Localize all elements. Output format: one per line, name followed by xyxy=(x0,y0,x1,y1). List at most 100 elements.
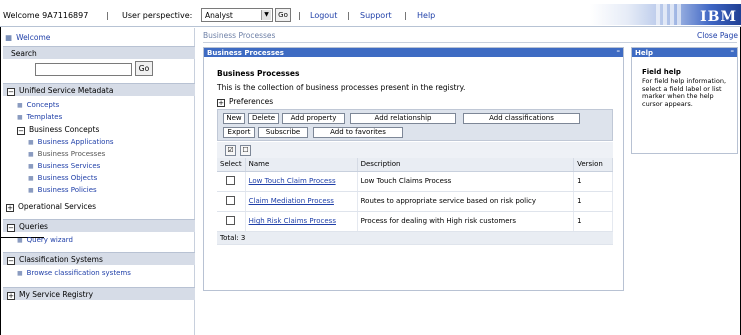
deselect-all-icon[interactable]: ☐ xyxy=(240,145,251,156)
process-description: Process for dealing with High risk custo… xyxy=(357,211,575,232)
nav-business-objects[interactable]: ■ Business Objects xyxy=(28,174,97,182)
help-link[interactable]: Help xyxy=(417,11,435,20)
business-processes-table: Select Name Description Version Low Touc… xyxy=(217,158,613,245)
separator: | xyxy=(347,11,350,20)
help-portlet: Help – Field help For field help informa… xyxy=(631,47,738,154)
row-checkbox[interactable] xyxy=(226,175,236,185)
business-processes-portlet: Business Processes – Business Processes … xyxy=(203,47,624,291)
export-button[interactable]: Export xyxy=(223,127,255,138)
chevron-down-icon: ▼ xyxy=(261,10,271,20)
process-name-link[interactable]: High Risk Claims Process xyxy=(249,217,336,225)
table-row: Claim Mediation Process Routes to approp… xyxy=(217,191,613,212)
expand-icon: + xyxy=(6,204,14,212)
preferences-toggle[interactable]: + Preferences xyxy=(217,97,273,107)
separator: | xyxy=(106,11,109,20)
search-panel-header: Search xyxy=(3,46,195,59)
row-checkbox[interactable] xyxy=(226,195,236,205)
page-description: This is the collection of business proce… xyxy=(217,83,466,92)
field-help-text: For field help information, select a fie… xyxy=(642,77,727,108)
table-total-row: Total: 3 xyxy=(217,231,613,245)
table-row: Low Touch Claim Process Low Touch Claims… xyxy=(217,171,613,192)
add-to-favorites-button[interactable]: Add to favorites xyxy=(313,127,403,138)
action-toolbar: New Delete Add property Add relationship… xyxy=(217,109,613,141)
select-all-icon[interactable]: ☑ xyxy=(225,145,236,156)
user-perspective-select[interactable]: Analyst ▼ xyxy=(201,8,273,22)
new-button[interactable]: New xyxy=(223,113,245,124)
navigation-sidebar: ■ Welcome Search Go − Unified Service Meta… xyxy=(3,28,195,335)
nav-welcome-link[interactable]: ■ Welcome xyxy=(5,33,50,42)
header-banner: IBM xyxy=(590,4,741,25)
bullet-icon: ■ xyxy=(28,151,34,158)
process-version: 1 xyxy=(573,191,613,212)
minimize-icon[interactable]: – xyxy=(731,47,735,55)
usm-panel-header[interactable]: − Unified Service Metadata xyxy=(3,83,195,96)
nav-concepts[interactable]: ■ Concepts xyxy=(17,101,59,109)
collapse-icon: − xyxy=(7,257,15,265)
close-page-link[interactable]: Close Page xyxy=(697,31,738,40)
nav-browse-classification[interactable]: ■ Browse classification systems xyxy=(17,269,131,277)
bullet-icon: ■ xyxy=(17,114,23,121)
nav-business-concepts[interactable]: − Business Concepts xyxy=(17,125,99,135)
process-name-link[interactable]: Low Touch Claim Process xyxy=(249,177,336,185)
separator: | xyxy=(298,11,301,20)
nav-query-wizard[interactable]: ■ Query wizard xyxy=(17,236,73,244)
portlet-title-bar: Business Processes – xyxy=(204,47,623,57)
column-header-select: Select xyxy=(217,158,246,172)
table-row: High Risk Claims Process Process for dea… xyxy=(217,211,613,232)
subscribe-button[interactable]: Subscribe xyxy=(258,127,308,138)
nav-business-processes[interactable]: ■ Business Processes xyxy=(28,150,105,158)
minimize-icon[interactable]: – xyxy=(617,47,621,55)
help-title-bar: Help – xyxy=(632,47,737,57)
add-relationship-button[interactable]: Add relationship xyxy=(350,113,456,124)
delete-button[interactable]: Delete xyxy=(248,113,279,124)
bullet-icon: ■ xyxy=(17,270,23,277)
classification-panel-header[interactable]: − Classification Systems xyxy=(3,252,195,265)
collapse-icon: − xyxy=(7,88,15,96)
perspective-value: Analyst xyxy=(205,11,233,20)
add-classifications-button[interactable]: Add classifications xyxy=(463,113,580,124)
bullet-icon: ■ xyxy=(28,187,34,194)
my-registry-panel-header[interactable]: + My Service Registry xyxy=(3,287,195,300)
column-header-version[interactable]: Version xyxy=(573,158,613,172)
expand-icon: + xyxy=(7,292,15,300)
bullet-icon: ■ xyxy=(5,33,13,42)
frame-left-edge xyxy=(0,0,1,335)
logout-link[interactable]: Logout xyxy=(310,11,337,20)
ibm-logo: IBM xyxy=(700,9,737,25)
nav-templates[interactable]: ■ Templates xyxy=(17,113,62,121)
welcome-user-text: Welcome 9A7116897 xyxy=(3,11,89,20)
divider xyxy=(203,42,737,43)
column-header-description[interactable]: Description xyxy=(357,158,575,172)
support-link[interactable]: Support xyxy=(360,11,392,20)
bullet-icon: ■ xyxy=(17,237,23,244)
process-name-link[interactable]: Claim Mediation Process xyxy=(249,197,334,205)
field-help-heading: Field help xyxy=(642,68,681,76)
main-content: Business Processes Close Page Business P… xyxy=(197,28,741,335)
separator: | xyxy=(404,11,407,20)
bullet-icon: ■ xyxy=(28,175,34,182)
process-version: 1 xyxy=(573,171,613,192)
queries-panel-header[interactable]: − Queries xyxy=(3,219,195,232)
bullet-icon: ■ xyxy=(28,139,34,146)
column-header-name[interactable]: Name xyxy=(245,158,358,172)
total-count: Total: 3 xyxy=(217,231,613,245)
breadcrumb: Business Processes xyxy=(203,31,276,40)
process-version: 1 xyxy=(573,211,613,232)
nav-business-services[interactable]: ■ Business Services xyxy=(28,162,100,170)
collapse-icon: − xyxy=(7,224,15,232)
add-property-button[interactable]: Add property xyxy=(282,113,345,124)
process-description: Low Touch Claims Process xyxy=(357,171,575,192)
nav-operational-services[interactable]: + Operational Services xyxy=(6,202,96,212)
page-title: Business Processes xyxy=(217,69,300,78)
user-perspective-label: User perspective: xyxy=(122,11,193,20)
search-go-button[interactable]: Go xyxy=(135,61,153,76)
nav-business-policies[interactable]: ■ Business Policies xyxy=(28,186,97,194)
bullet-icon: ■ xyxy=(28,163,34,170)
search-input[interactable] xyxy=(35,63,132,76)
expand-icon: + xyxy=(217,99,225,107)
nav-business-applications[interactable]: ■ Business Applications xyxy=(28,138,114,146)
row-checkbox[interactable] xyxy=(226,215,236,225)
collapse-icon: − xyxy=(17,127,25,135)
top-bar: Welcome 9A7116897 | User perspective: An… xyxy=(0,0,741,27)
perspective-go-button[interactable]: Go xyxy=(275,8,291,22)
